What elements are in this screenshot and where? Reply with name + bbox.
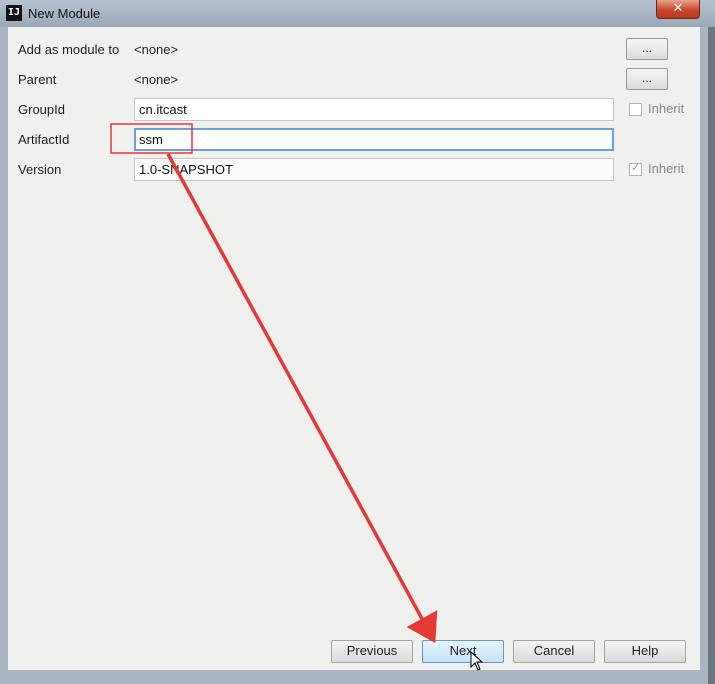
version-inherit-label: Inherit [648,161,685,176]
add-as-module-value: <none> [134,42,179,57]
artifact-id-field[interactable]: ssm [134,128,614,151]
group-id-inherit-checkbox[interactable] [629,103,642,116]
artifact-id-label: ArtifactId [18,132,70,147]
title-bar: IJ New Module ✕ [0,0,715,27]
version-field[interactable]: 1.0-SNAPSHOT [134,158,614,181]
previous-button[interactable]: Previous [331,640,413,663]
group-id-field[interactable]: cn.itcast [134,98,614,121]
cancel-button[interactable]: Cancel [513,640,595,663]
parent-browse-button[interactable]: ... [626,68,668,90]
intellij-app-icon: IJ [6,5,22,21]
group-id-label: GroupId [18,102,65,117]
next-button[interactable]: Next [422,640,504,663]
add-as-module-browse-button[interactable]: ... [626,38,668,60]
window-frame-left [0,27,8,678]
window-frame-bottom [0,670,708,684]
dialog-content: Add as module to <none> ... Parent <none… [8,27,700,670]
window-title: New Module [28,6,101,21]
close-button[interactable]: ✕ [656,0,700,19]
group-id-inherit-label: Inherit [648,101,685,116]
parent-value: <none> [134,72,179,87]
help-button[interactable]: Help [604,640,686,663]
add-as-module-label: Add as module to [18,42,120,57]
version-label: Version [18,162,62,177]
arrow-cursor-icon [470,651,484,671]
version-inherit-checkbox[interactable] [629,161,642,176]
window-frame-right [700,27,708,678]
parent-label: Parent [18,72,57,87]
